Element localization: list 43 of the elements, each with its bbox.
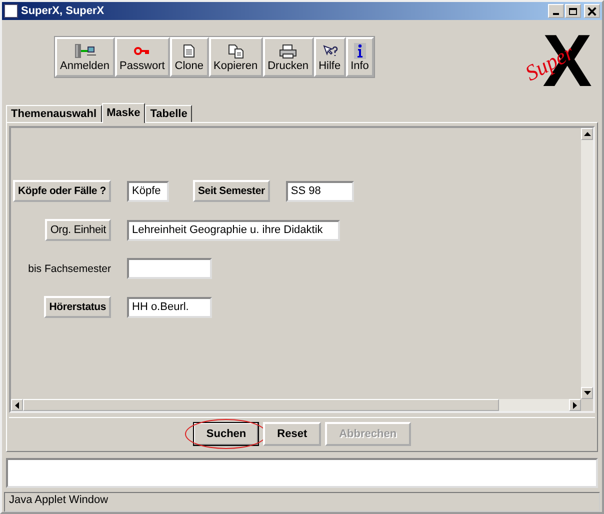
scroll-arrow-button[interactable] — [11, 399, 23, 411]
vertical-scrollbar[interactable] — [581, 128, 593, 399]
minimize-button[interactable] — [548, 4, 564, 18]
toolbar-button[interactable]: Kopieren — [208, 37, 263, 77]
toolbar-button[interactable]: Clone — [170, 37, 209, 77]
maximize-button[interactable] — [565, 4, 581, 18]
printer-icon — [279, 43, 298, 59]
action-button[interactable]: Suchen — [193, 422, 260, 446]
scroll-arrow-button[interactable] — [581, 128, 593, 140]
tab[interactable]: Themenauswahl — [6, 105, 102, 122]
field-label: bis Fachsemester — [28, 262, 111, 274]
action-button[interactable]: Reset — [263, 422, 322, 446]
tab[interactable]: Tabelle — [145, 105, 192, 122]
scroll-arrow-button[interactable] — [569, 399, 581, 411]
documents-icon — [228, 43, 244, 59]
field-button[interactable]: Seit Semester — [193, 180, 270, 202]
server-icon — [72, 43, 97, 59]
document-icon — [183, 43, 196, 59]
triangle-icon — [584, 132, 590, 136]
input-field[interactable]: Köpfe — [127, 180, 169, 202]
field-button[interactable]: Hörerstatus — [44, 296, 111, 318]
pointer-help-icon — [322, 43, 338, 59]
close-button[interactable] — [584, 4, 600, 18]
toolbar-button[interactable]: Anmelden — [55, 37, 115, 77]
maximize-icon — [569, 8, 577, 14]
close-icon — [586, 6, 598, 16]
window-title: SuperX, SuperX — [21, 5, 106, 17]
toolbar-button[interactable]: Passwort — [114, 37, 170, 77]
input-field[interactable]: Lehreinheit Geographie u. ihre Didaktik — [127, 220, 340, 240]
toolbar-button[interactable]: Hilfe — [314, 37, 346, 77]
info-icon — [354, 43, 366, 59]
tab[interactable]: Maske — [102, 103, 146, 123]
minimize-icon — [553, 13, 559, 15]
toolbar-button[interactable]: Drucken — [262, 37, 314, 77]
input-field[interactable]: SS 98 — [286, 180, 354, 202]
app-icon — [4, 4, 18, 18]
field-button[interactable]: Org. Einheit — [45, 219, 111, 241]
toolbar-button[interactable]: Info — [346, 37, 374, 77]
status-bar: Java Applet Window — [4, 492, 600, 512]
triangle-icon — [15, 402, 19, 408]
field-button[interactable]: Köpfe oder Fälle ? — [13, 180, 111, 202]
input-field[interactable]: HH o.Beurl. — [127, 296, 212, 318]
scroll-arrow-button[interactable] — [581, 387, 593, 399]
